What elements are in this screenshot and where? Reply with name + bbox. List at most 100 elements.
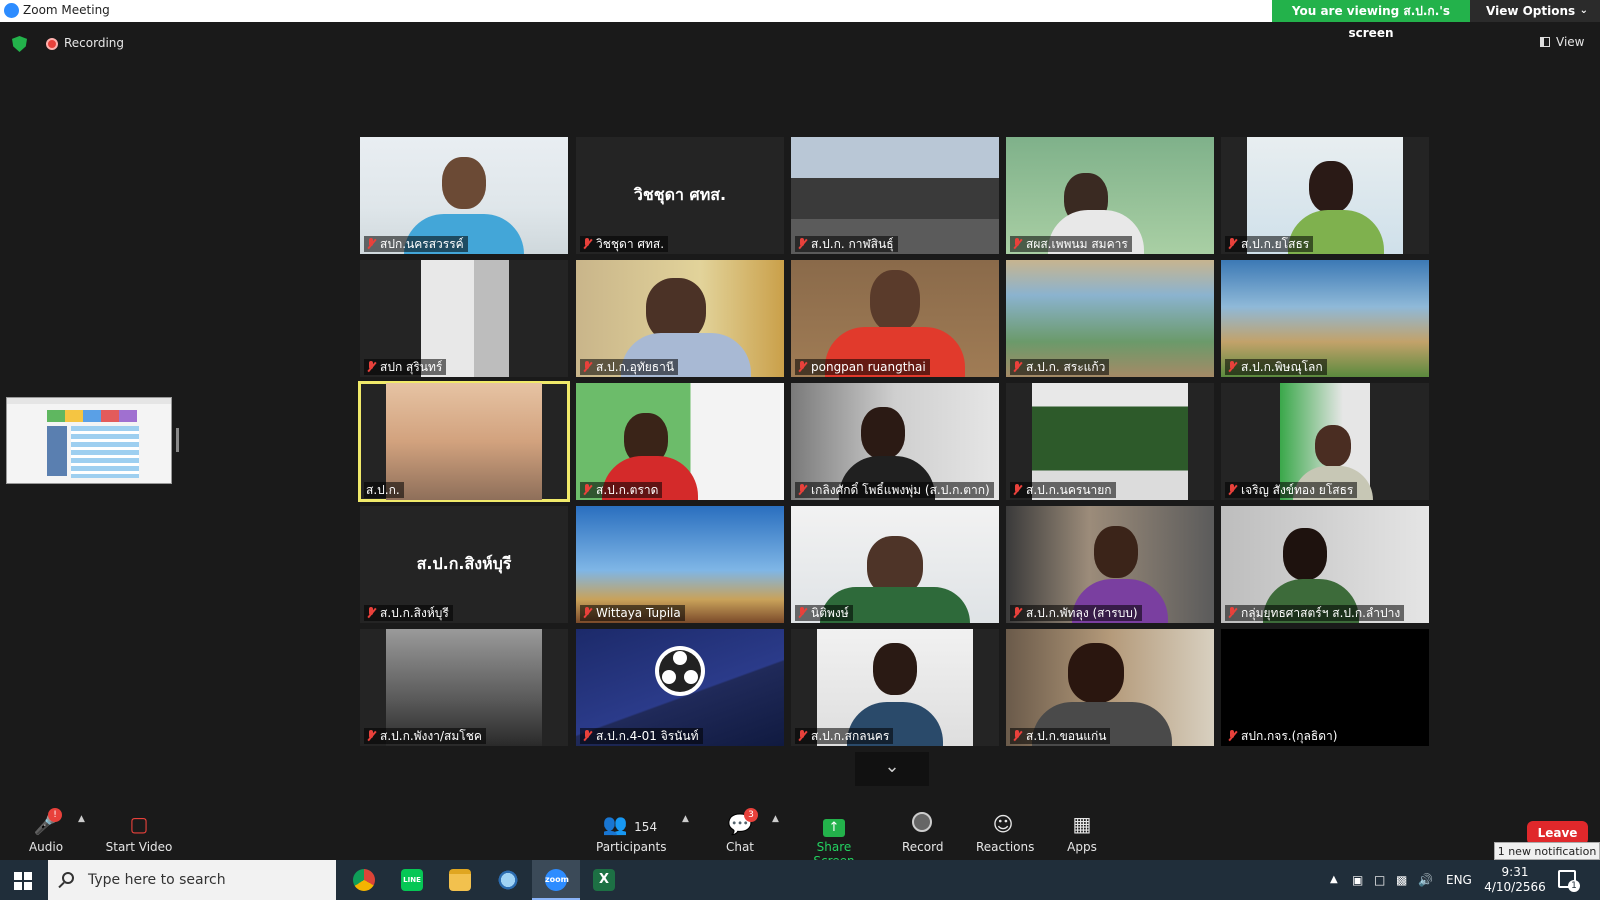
participant-name-label: ส.ป.ก.สิงห์บุรี (364, 605, 453, 621)
security-shield-icon[interactable] (12, 36, 27, 52)
chat-button[interactable]: 💬 3 Chat (724, 806, 758, 854)
muted-mic-icon (582, 361, 592, 373)
new-notification-tooltip[interactable]: 1 new notification (1494, 842, 1600, 860)
participant-tile[interactable]: ส.ป.ก.ขอนแก่น (1006, 629, 1214, 746)
participant-name-label: สปก สุรินทร์ (364, 359, 447, 375)
participant-tile[interactable]: ส.ป.ก.พิษณุโลก (1221, 260, 1429, 377)
recording-indicator-icon[interactable] (46, 38, 58, 50)
chrome-icon (353, 869, 375, 891)
taskbar-clock[interactable]: 9:31 4/10/2566 (1482, 865, 1548, 895)
participant-name-label: ส.ป.ก. (364, 482, 404, 498)
muted-mic-icon (797, 730, 807, 742)
participant-name-label: ส.ป.ก.อุทัยธานี (580, 359, 679, 375)
participants-count: 154 (634, 820, 658, 834)
show-hidden-icons-chevron-up-icon[interactable]: ▲ (1330, 860, 1338, 900)
start-video-button[interactable]: ▢ Start Video (104, 806, 174, 854)
search-placeholder: Type here to search (88, 872, 226, 888)
participant-tile[interactable]: Wittaya Tupila (576, 506, 784, 623)
line-icon: LINE (401, 869, 423, 891)
volume-icon[interactable]: 🔊 (1418, 860, 1433, 900)
participant-name-label: pongpan ruangthai (795, 359, 930, 375)
participant-name-label: ส.ป.ก.ขอนแก่น (1010, 728, 1111, 744)
audio-button[interactable]: 🎤! Audio (24, 806, 68, 854)
participant-tile[interactable]: วิชชุดา ศทส. วิชชุดา ศทส. (576, 137, 784, 254)
participant-name-label: ส.ป.ก.ตราด (580, 482, 663, 498)
muted-mic-icon (1012, 607, 1022, 619)
taskbar-app-chrome[interactable] (340, 860, 388, 900)
participant-name-label: Wittaya Tupila (580, 605, 685, 621)
next-page-chevron-down-icon[interactable]: ⌄ (855, 752, 929, 786)
windows-taskbar: Type here to search LINE zoom X ▲ ▣ □ ▩ … (0, 860, 1600, 900)
reactions-button[interactable]: ☺ Reactions (976, 806, 1034, 854)
taskbar-app-excel[interactable]: X (580, 860, 628, 900)
folder-icon (449, 869, 471, 891)
participant-tile[interactable]: ส.ป.ก.พังงา/สมโชค (360, 629, 568, 746)
participant-tile[interactable]: เจริญ สังข์ทอง ยโสธร (1221, 383, 1429, 500)
record-button[interactable]: Record (902, 806, 943, 854)
participant-tile[interactable]: นิติพงษ์ (791, 506, 999, 623)
muted-mic-icon (797, 607, 807, 619)
meet-now-icon[interactable]: ▣ (1352, 860, 1363, 900)
chevron-down-icon: ⌄ (1579, 5, 1588, 16)
participant-name-label: เจริญ สังข์ทอง ยโสธร (1225, 482, 1358, 498)
muted-mic-icon (1227, 484, 1237, 496)
taskbar-search-input[interactable]: Type here to search (48, 860, 336, 900)
audio-warning-badge: ! (48, 808, 62, 822)
view-options-button[interactable]: View Options ⌄ (1470, 0, 1600, 22)
participant-tile[interactable]: ส.ป.ก.สิงห์บุรี ส.ป.ก.สิงห์บุรี (360, 506, 568, 623)
recording-label[interactable]: Recording (64, 36, 124, 50)
taskbar-app-line[interactable]: LINE (388, 860, 436, 900)
participants-button[interactable]: 👥 154 Participants (596, 806, 667, 854)
muted-mic-icon (582, 484, 592, 496)
input-language[interactable]: ENG (1446, 860, 1472, 900)
participant-name-label: นิติพงษ์ (795, 605, 853, 621)
participant-name-label: สปก.กจร.(กุลธิดา) (1225, 728, 1342, 744)
participant-name-label: ส.ป.ก.นครนายก (1010, 482, 1116, 498)
taskbar-app-search[interactable] (484, 860, 532, 900)
participant-name-label: ส.ป.ก.พังงา/สมโชค (364, 728, 486, 744)
participant-tile[interactable]: ส.ป.ก.ตราด (576, 383, 784, 500)
participant-tile[interactable]: ส.ป.ก. สระแก้ว (1006, 260, 1214, 377)
participant-tile[interactable]: สปก สุรินทร์ (360, 260, 568, 377)
participant-tile[interactable]: เกลิงศักดิ์ โพธิ์แพงพุ่ม (ส.ป.ก.ตาก) (791, 383, 999, 500)
participant-tile[interactable]: ส.ป.ก. กาฬสินธุ์ (791, 137, 999, 254)
participant-tile[interactable]: ส.ป.ก.สกลนคร (791, 629, 999, 746)
participant-tile-active-speaker[interactable]: ส.ป.ก. (358, 381, 570, 502)
muted-mic-icon (797, 238, 807, 250)
thumbnail-resize-handle[interactable] (176, 428, 179, 452)
participant-tile[interactable]: ส.ป.ก.อุทัยธานี (576, 260, 784, 377)
start-video-label: Start Video (105, 840, 173, 854)
participant-tile[interactable]: ส.ป.ก.นครนายก (1006, 383, 1214, 500)
record-icon (902, 812, 942, 836)
excel-icon: X (593, 869, 615, 891)
window-titlebar: Zoom Meeting You are viewing ส.ป.ก.'s sc… (0, 0, 1600, 40)
participant-tile[interactable]: สปก.นครสวรรค์ (360, 137, 568, 254)
device-icon[interactable]: ▩ (1396, 860, 1407, 900)
taskbar-app-file-explorer[interactable] (436, 860, 484, 900)
apps-icon: ▦ (1072, 812, 1092, 836)
muted-mic-icon (797, 361, 807, 373)
network-icon[interactable]: □ (1374, 860, 1385, 900)
muted-mic-icon (366, 238, 376, 250)
view-button[interactable]: View (1540, 35, 1584, 49)
participant-tile[interactable]: pongpan ruangthai (791, 260, 999, 377)
participant-tile[interactable]: กลุ่มยุทธศาสตร์ฯ ส.ป.ก.ลำปาง (1221, 506, 1429, 623)
participant-name-label: สปก.นครสวรรค์ (364, 236, 468, 252)
participant-tile[interactable]: ส.ป.ก.4-01 จิรนันท์ (576, 629, 784, 746)
apps-label: Apps (1067, 840, 1097, 854)
shared-screen-thumbnail[interactable] (6, 397, 172, 484)
participant-tile[interactable]: สผส.เพพนม สมคาร (1006, 137, 1214, 254)
participant-name-label: ส.ป.ก.สกลนคร (795, 728, 894, 744)
share-screen-button[interactable]: ↑ Share Screen (798, 806, 870, 868)
muted-mic-icon (582, 607, 592, 619)
participant-name-label: ส.ป.ก.4-01 จิรนันท์ (580, 728, 703, 744)
participant-tile[interactable]: ส.ป.ก.พัทลุง (สารบบ) (1006, 506, 1214, 623)
apps-button[interactable]: ▦ Apps (1066, 806, 1098, 854)
action-center-notification-icon[interactable]: 1 (1558, 870, 1580, 892)
share-screen-icon: ↑ (798, 812, 870, 837)
participant-tile[interactable]: สปก.กจร.(กุลธิดา) (1221, 629, 1429, 746)
participant-tile[interactable]: ส.ป.ก.ยโสธร (1221, 137, 1429, 254)
muted-mic-icon (1227, 361, 1237, 373)
windows-start-icon[interactable] (14, 872, 32, 890)
taskbar-app-zoom[interactable]: zoom (532, 860, 580, 900)
